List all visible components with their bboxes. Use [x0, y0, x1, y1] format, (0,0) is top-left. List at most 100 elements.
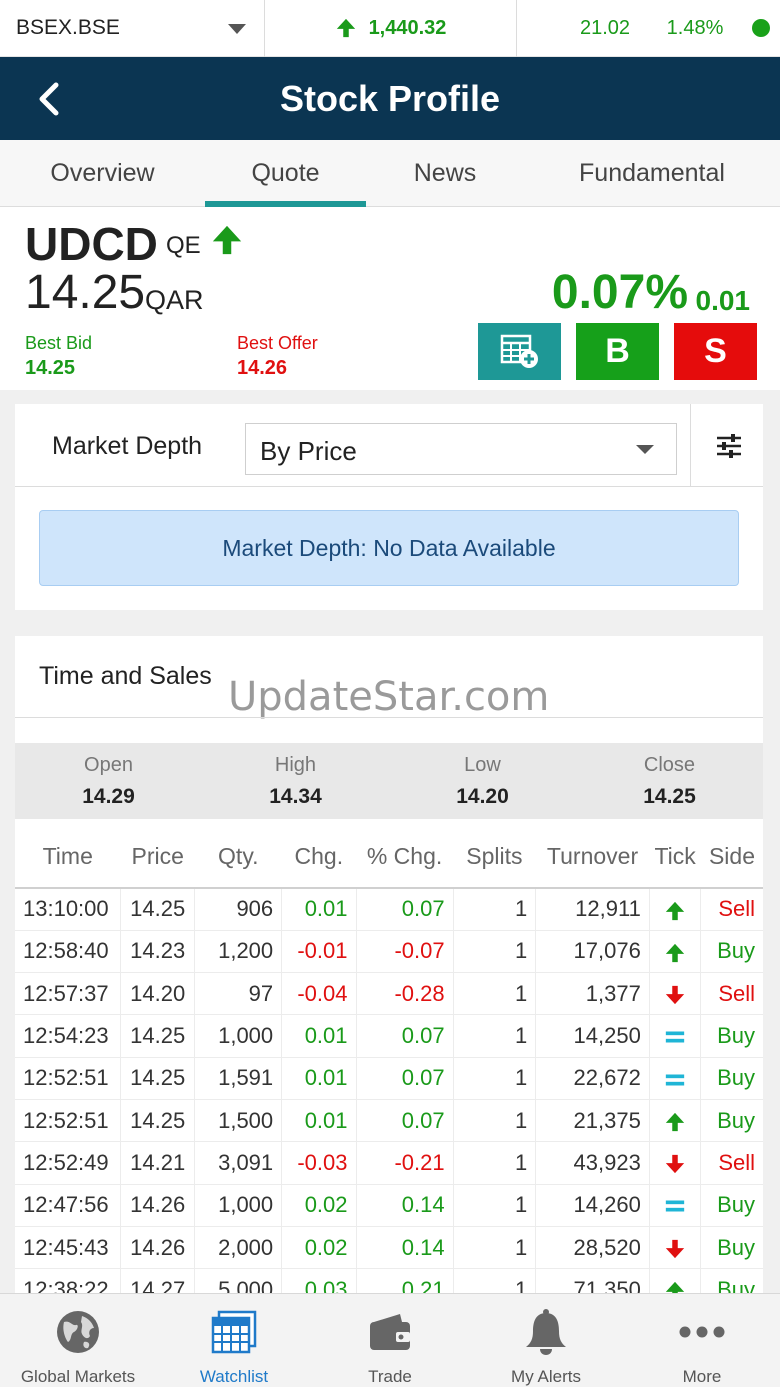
table-row[interactable]: 12:58:40 14.23 1,200 -0.01 -0.07 1 17,076 Buy — [15, 930, 763, 974]
index-change-pct: 1.48% — [666, 16, 724, 39]
ohlc-close: Close 14.25 — [576, 743, 763, 819]
column-header-splits[interactable]: Splits — [453, 826, 536, 889]
cell-price: 14.27 — [120, 1268, 196, 1293]
table-row[interactable]: 13:10:00 14.25 906 0.01 0.07 1 12,911 Sell — [15, 888, 763, 931]
column-header-side[interactable]: Side — [700, 826, 763, 889]
arrow-up-icon — [336, 18, 355, 38]
tab-fundamental[interactable]: Fundamental — [524, 140, 780, 207]
wallet-icon — [370, 1313, 410, 1350]
nav-watchlist[interactable]: Watchlist — [156, 1294, 312, 1387]
ohlc-open: Open 14.29 — [15, 743, 202, 819]
column-header-chg[interactable]: Chg. — [281, 826, 357, 889]
cell-chg: -0.04 — [281, 972, 357, 1016]
add-to-watchlist-button[interactable] — [478, 323, 561, 380]
index-value: 1,440.32 — [368, 16, 447, 39]
cell-pct-chg: -0.07 — [356, 930, 454, 974]
cell-turnover: 14,260 — [535, 1184, 650, 1227]
cell-tick — [649, 888, 702, 931]
chevron-down-icon — [228, 23, 246, 34]
time-and-sales-rows: 13:10:00 14.25 906 0.01 0.07 1 12,911 Sell 12:58… — [15, 888, 763, 1293]
cell-splits: 1 — [453, 1268, 537, 1293]
column-header-turnover[interactable]: Turnover — [535, 826, 650, 889]
nav-my-alerts[interactable]: My Alerts — [468, 1294, 624, 1387]
cell-side: Buy — [700, 1057, 763, 1100]
stock-symbol: UDCD — [25, 218, 158, 270]
cell-chg: 0.01 — [281, 1099, 357, 1143]
cell-tick — [649, 1014, 702, 1058]
nav-trade[interactable]: Trade — [312, 1294, 468, 1387]
best-bid-label: Best Bid — [25, 333, 93, 353]
table-row[interactable]: 12:57:37 14.20 97 -0.04 -0.28 1 1,377 Sell — [15, 972, 763, 1016]
sell-button[interactable]: S — [674, 323, 757, 380]
table-row[interactable]: 12:47:56 14.26 1,000 0.02 0.14 1 14,260 Buy — [15, 1184, 763, 1227]
column-header-qty[interactable]: Qty. — [194, 826, 282, 889]
chevron-down-icon — [636, 445, 654, 454]
nav-label: Trade — [368, 1367, 412, 1386]
buy-button[interactable]: B — [576, 323, 659, 380]
cell-tick — [649, 1184, 702, 1227]
cell-tick — [649, 930, 702, 974]
cell-side: Buy — [700, 930, 763, 974]
table-row[interactable]: 12:52:51 14.25 1,591 0.01 0.07 1 22,672 Buy — [15, 1057, 763, 1100]
divider — [15, 717, 763, 718]
spreadsheet-add-icon — [500, 334, 538, 368]
cell-splits: 1 — [453, 1057, 537, 1100]
index-selector[interactable]: BSEX.BSE — [0, 0, 265, 57]
tick-up-icon — [665, 901, 685, 920]
cell-tick — [649, 1141, 702, 1185]
cell-time: 12:52:51 — [15, 1057, 121, 1100]
market-depth-label: Market Depth — [52, 432, 203, 460]
tab-overview[interactable]: Overview — [0, 140, 205, 207]
cell-side: Sell — [700, 1141, 763, 1185]
change-value: 0.01 — [695, 285, 751, 316]
globe-icon — [57, 1310, 99, 1353]
cell-qty: 906 — [194, 888, 283, 931]
cell-chg: 0.01 — [281, 1014, 357, 1058]
cell-qty: 3,091 — [194, 1141, 283, 1185]
nav-more[interactable]: More — [624, 1294, 780, 1387]
stock-exchange: QE — [166, 232, 201, 259]
cell-qty: 2,000 — [194, 1226, 283, 1270]
bell-icon — [526, 1308, 566, 1355]
table-row[interactable]: 12:54:23 14.25 1,000 0.01 0.07 1 14,250 Buy — [15, 1014, 763, 1058]
column-header-price[interactable]: Price — [120, 826, 195, 889]
ohlc-value: 14.34 — [269, 784, 322, 808]
cell-side: Sell — [700, 972, 763, 1016]
tab-quote[interactable]: Quote — [205, 140, 366, 207]
market-depth-mode-select[interactable]: By Price — [245, 423, 677, 475]
cell-tick — [649, 1057, 702, 1100]
cell-qty: 1,000 — [194, 1014, 283, 1058]
table-row[interactable]: 12:52:49 14.21 3,091 -0.03 -0.21 1 43,923 Sell — [15, 1141, 763, 1185]
nav-global-markets[interactable]: Global Markets — [0, 1294, 156, 1387]
cell-tick — [649, 1268, 702, 1293]
column-header-tick[interactable]: Tick — [649, 826, 701, 889]
column-header-time[interactable]: Time — [15, 826, 121, 889]
index-value-box: 1,440.32 — [265, 0, 517, 57]
nav-label: Global Markets — [20, 1367, 136, 1386]
column-header-pct-chg[interactable]: % Chg. — [356, 826, 454, 889]
cell-price: 14.20 — [120, 972, 196, 1016]
tab-news[interactable]: News — [366, 140, 524, 207]
cell-turnover: 43,923 — [535, 1141, 650, 1185]
cell-time: 12:52:49 — [15, 1141, 121, 1185]
divider — [15, 486, 763, 487]
divider — [690, 404, 691, 486]
change-percent: 0.07% — [551, 266, 688, 319]
cell-price: 14.23 — [120, 930, 196, 974]
table-row[interactable]: 12:45:43 14.26 2,000 0.02 0.14 1 28,520 Buy — [15, 1226, 763, 1270]
ohlc-label: Close — [643, 753, 696, 776]
back-chevron-icon[interactable] — [30, 79, 70, 119]
ohlc-value: 14.20 — [456, 784, 509, 808]
tick-down-icon — [665, 985, 685, 1005]
quote-content[interactable]: Market Depth By Price Market Depth: No D… — [0, 390, 780, 1293]
cell-chg: 0.01 — [281, 1057, 357, 1100]
table-row[interactable]: 12:52:51 14.25 1,500 0.01 0.07 1 21,375 Buy — [15, 1099, 763, 1143]
cell-time: 12:52:51 — [15, 1099, 121, 1143]
best-bid-value: 14.25 — [25, 357, 76, 379]
watermark: UpdateStar.com — [228, 674, 550, 720]
cell-turnover: 14,250 — [535, 1014, 650, 1058]
tick-up-icon — [665, 943, 685, 962]
table-row[interactable]: 12:38:22 14.27 5,000 0.03 0.21 1 71,350 Buy — [15, 1268, 763, 1293]
nav-label: My Alerts — [511, 1367, 581, 1386]
filter-sliders-icon[interactable] — [711, 431, 747, 461]
